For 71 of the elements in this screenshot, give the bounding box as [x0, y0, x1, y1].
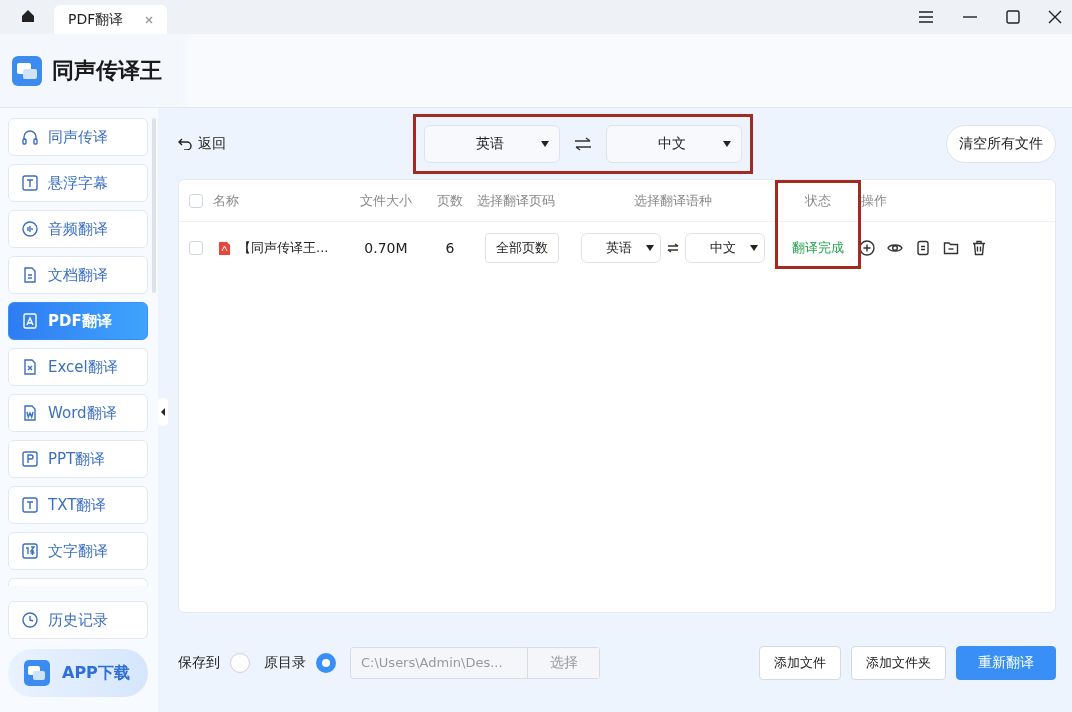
- retranslate-button[interactable]: 重新翻译: [956, 645, 1056, 680]
- save-to-label: 保存到: [178, 653, 220, 672]
- app-logo-icon: [12, 55, 42, 86]
- caret-down-icon: [646, 245, 654, 252]
- radio-button[interactable]: [316, 652, 336, 673]
- language-dropdown[interactable]: 中文: [606, 124, 742, 163]
- w-file-icon: [21, 404, 39, 422]
- app-logo-icon: [24, 660, 50, 686]
- pdf-file-icon: [21, 312, 39, 330]
- sidebar-item[interactable]: 文字翻译: [8, 532, 148, 570]
- radio-button[interactable]: [230, 652, 250, 673]
- column-header: 操作: [860, 191, 888, 210]
- close-icon: [1048, 10, 1062, 24]
- table-cell-text: 6: [444, 240, 456, 257]
- close-icon: [145, 15, 154, 24]
- home-icon: [20, 8, 36, 24]
- folder-icon: [943, 240, 959, 257]
- sidebar-item[interactable]: Excel翻译: [8, 348, 148, 386]
- text-t-icon: [21, 174, 39, 192]
- text-t-icon: [21, 496, 39, 514]
- app-download-button[interactable]: APP下载: [8, 649, 148, 697]
- column-header: 选择翻译页码: [477, 191, 556, 210]
- sidebar-item[interactable]: Word翻译: [8, 394, 148, 432]
- document-icon: [21, 266, 39, 284]
- swap-arrows-icon: [574, 136, 592, 151]
- sidebar-item[interactable]: PPT翻译: [8, 440, 148, 478]
- row-checkbox[interactable]: [189, 241, 203, 256]
- sidebar-item[interactable]: 文档翻译: [8, 256, 148, 294]
- clock-icon: [21, 611, 39, 629]
- sidebar-item[interactable]: 同声传译: [8, 118, 148, 156]
- column-header: 页数: [436, 191, 464, 210]
- p-letter-icon: [21, 450, 39, 468]
- back-button[interactable]: 返回: [178, 134, 413, 153]
- trash-icon: [971, 240, 987, 257]
- select-all-checkbox[interactable]: [189, 193, 203, 208]
- swap-arrows-icon: [667, 243, 679, 254]
- sidebar-item[interactable]: TXT翻译: [8, 486, 148, 524]
- tab[interactable]: PDF翻译: [54, 5, 168, 34]
- column-header: 文件大小: [359, 191, 413, 210]
- add-icon: [859, 240, 875, 257]
- file-name: 【同声传译王...: [238, 239, 329, 258]
- caret-down-icon: [750, 245, 758, 252]
- app-title: 同声传译王: [52, 56, 162, 85]
- audio-wave-icon: [21, 220, 39, 238]
- back-arrow-icon: [178, 137, 192, 150]
- maximize-icon: [1006, 10, 1020, 24]
- language-dropdown[interactable]: 英语: [424, 124, 560, 163]
- status-text: 翻译完成: [791, 239, 845, 258]
- pdf-file-icon: [219, 241, 230, 255]
- table-cell-text: 0.70M: [363, 240, 409, 257]
- sidebar-item[interactable]: 悬浮字幕: [8, 164, 148, 202]
- document-icon: [915, 240, 931, 257]
- headphones-icon: [21, 128, 39, 146]
- column-header: 名称: [213, 191, 240, 210]
- page-range-button[interactable]: 全部页数: [485, 233, 559, 264]
- character-icon: [21, 542, 39, 560]
- sidebar-item[interactable]: 音频翻译: [8, 210, 148, 248]
- radio-label: 原目录: [264, 653, 306, 672]
- clear-all-files-button[interactable]: 清空所有文件: [946, 124, 1056, 163]
- history-button[interactable]: 历史记录: [8, 601, 148, 639]
- caret-down-icon: [541, 140, 549, 147]
- caret-down-icon: [723, 140, 731, 147]
- menu-icon: [918, 10, 934, 24]
- language-dropdown[interactable]: 中文: [685, 233, 765, 264]
- add-file-button[interactable]: 添加文件: [759, 645, 841, 680]
- language-dropdown[interactable]: 英语: [581, 233, 661, 264]
- x-file-icon: [21, 358, 39, 376]
- column-header: 状态: [804, 191, 832, 210]
- column-header: 选择翻译语种: [633, 191, 713, 210]
- add-folder-button[interactable]: 添加文件夹: [851, 645, 946, 680]
- sidebar-item[interactable]: PDF翻译: [8, 302, 148, 340]
